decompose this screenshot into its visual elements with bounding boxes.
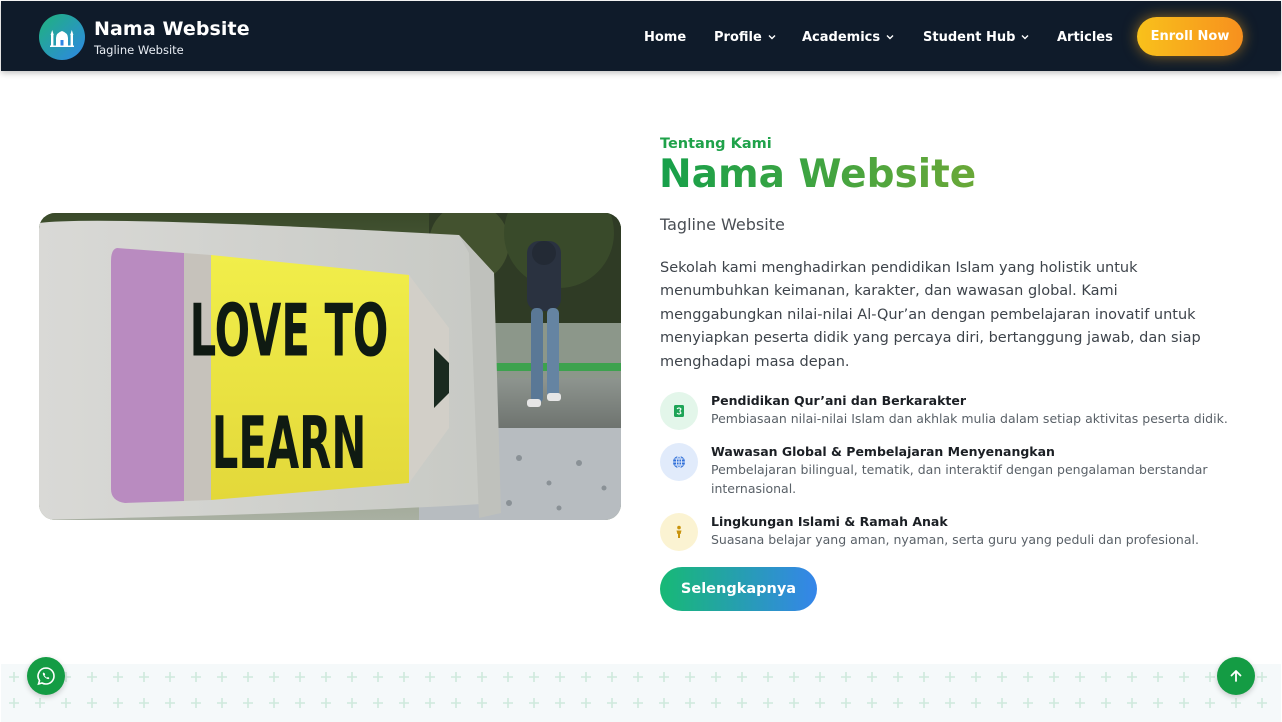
nav-home-label: Home <box>644 29 687 45</box>
back-to-top-button[interactable] <box>1217 657 1255 695</box>
globe-icon <box>660 443 698 481</box>
enroll-now-button[interactable]: Enroll Now <box>1137 17 1243 56</box>
whatsapp-icon <box>37 667 55 686</box>
feature-item: Wawasan Global & Pembelajaran Menyenangk… <box>660 443 1249 498</box>
chevron-down-icon <box>886 35 894 40</box>
image-text-line2: LEARN <box>212 401 367 486</box>
nav-home[interactable]: Home <box>644 28 686 46</box>
pattern-band <box>1 664 1281 722</box>
nav-student-hub-label: Student Hub <box>923 29 1016 45</box>
image-text-line1: LOVE TO <box>190 288 389 373</box>
nav-academics-label: Academics <box>802 29 881 45</box>
feature-desc: Pembelajaran bilingual, tematik, dan int… <box>711 462 1208 496</box>
chevron-down-icon <box>768 35 776 40</box>
nav-articles[interactable]: Articles <box>1057 28 1113 46</box>
section-description: Sekolah kami menghadirkan pendidikan Isl… <box>660 260 1201 370</box>
feature-desc: Pembiasaan nilai-nilai Islam dan akhlak … <box>711 411 1228 426</box>
quran-icon <box>660 392 698 430</box>
section-headline: Nama Website <box>659 150 976 200</box>
nav-profile-label: Profile <box>714 29 762 45</box>
site-header: Nama Website Tagline Website Home Profil… <box>1 1 1281 71</box>
nav-student-hub[interactable]: Student Hub <box>923 28 1030 46</box>
feature-title: Lingkungan Islami & Ramah Anak <box>711 514 948 529</box>
chevron-down-icon <box>1021 35 1029 40</box>
nav-articles-label: Articles <box>1057 29 1113 45</box>
child-icon <box>660 513 698 551</box>
feature-title: Wawasan Global & Pembelajaran Menyenangk… <box>711 444 1055 459</box>
whatsapp-button[interactable] <box>27 657 65 695</box>
section-subtitle: Tagline Website <box>660 215 785 234</box>
nav-profile[interactable]: Profile <box>714 28 777 46</box>
feature-item: Lingkungan Islami & Ramah Anak Suasana b… <box>660 513 1249 551</box>
feature-desc: Suasana belajar yang aman, nyaman, serta… <box>711 532 1199 547</box>
hero-image: LOVE TO LEARN <box>39 213 621 520</box>
nav-academics[interactable]: Academics <box>802 28 895 46</box>
arrow-up-icon <box>1230 670 1242 682</box>
feature-item: Pendidikan Qur’ani dan Berkarakter Pembi… <box>660 392 1249 430</box>
read-more-button[interactable]: Selengkapnya <box>660 567 817 611</box>
feature-title: Pendidikan Qur’ani dan Berkarakter <box>711 393 967 408</box>
main-nav: Home Profile Academics Student Hub Artic… <box>1 1 1281 71</box>
